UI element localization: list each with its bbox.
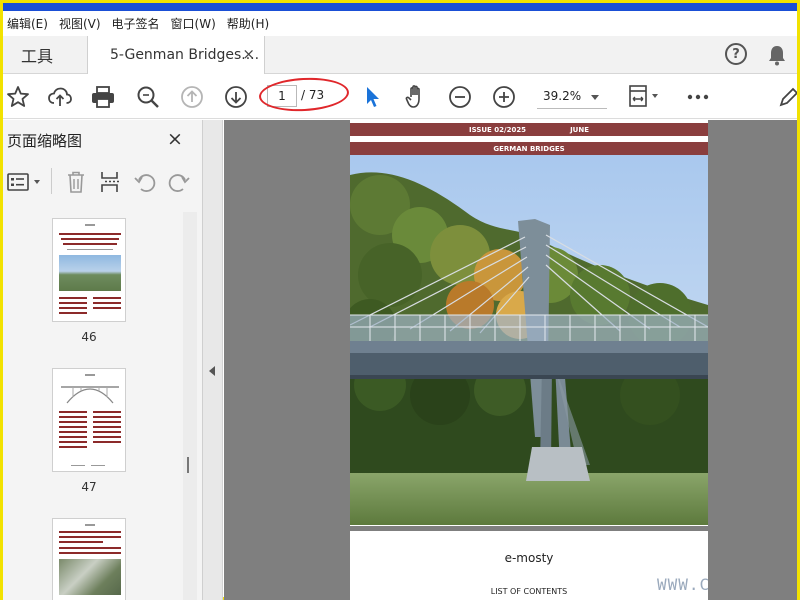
thumbnail-label-47: 47 (81, 480, 97, 494)
zoom-level-value: 39.2% (543, 89, 582, 103)
tab-document-label: 5-Genman Bridges.... (110, 47, 260, 63)
page-fit-icon[interactable] (627, 84, 663, 110)
edit-pen-icon[interactable] (777, 84, 797, 110)
thumbnail-bridge-drawing (61, 386, 119, 404)
close-icon[interactable]: × (167, 128, 183, 150)
rotate-left-icon[interactable] (133, 170, 157, 198)
menu-help[interactable]: 帮助(H) (223, 15, 276, 32)
thumbnail-page-48[interactable] (52, 518, 126, 600)
tab-document[interactable]: 5-Genman Bridges.... × (87, 36, 265, 74)
thumbnail-image (59, 559, 121, 595)
zoom-in-icon[interactable] (491, 84, 517, 110)
thumbnail-label-46: 46 (81, 330, 97, 344)
thumbnail-options-icon[interactable] (7, 172, 45, 198)
page-section-title: GERMAN BRIDGES (350, 142, 708, 155)
red-highlight-ellipse (258, 75, 350, 114)
rotate-right-icon[interactable] (167, 170, 191, 198)
menu-bar: 编辑(E) 视图(V) 电子签名 窗口(W) 帮助(H) (3, 11, 797, 35)
print-icon[interactable] (90, 84, 116, 110)
select-cursor-icon[interactable] (359, 84, 385, 110)
thumbnail-page-47[interactable] (52, 368, 126, 472)
notification-bell-icon[interactable] (767, 44, 787, 70)
main-toolbar: 1 / 73 39.2% (3, 75, 797, 119)
previous-page-icon[interactable] (179, 84, 205, 110)
thumbnail-page-46[interactable] (52, 218, 126, 322)
document-view[interactable]: ISSUE 02/2025 JUNE GERMAN BRIDGES e-most… (224, 120, 797, 600)
zoom-level-dropdown[interactable]: 39.2% (537, 85, 607, 109)
emosty-logo: e-mosty (504, 551, 554, 565)
watermark-text: WWW.C (657, 575, 711, 594)
menu-edit[interactable]: 编辑(E) (3, 15, 55, 32)
document-page-2: e-mosty LIST OF CONTENTS (350, 531, 708, 600)
hand-tool-icon[interactable] (403, 84, 429, 110)
thumbnail-list: 46 47 (3, 212, 183, 600)
thumbnail-panel: 页面缩略图 × 46 47 (3, 120, 203, 600)
thumbnail-image (59, 255, 121, 291)
window-top-strip (3, 3, 797, 11)
issue-text: ISSUE 02/2025 (469, 125, 527, 134)
zoom-search-icon[interactable] (135, 84, 161, 110)
tab-tools[interactable]: 工具 (3, 36, 87, 74)
thumbnail-panel-title: 页面缩略图 (7, 132, 83, 150)
toolbar-divider (51, 168, 52, 194)
menu-e-sign[interactable]: 电子签名 (108, 15, 167, 32)
chevron-left-icon (209, 366, 215, 376)
month-text: JUNE (570, 125, 589, 134)
help-icon[interactable]: ? (725, 43, 747, 65)
thumbnail-toolbar (3, 166, 203, 200)
chevron-down-icon (591, 95, 599, 100)
tab-close-button[interactable]: × (242, 45, 255, 63)
trash-icon[interactable] (65, 170, 87, 198)
bridge-photo (350, 155, 708, 525)
menu-window[interactable]: 窗口(W) (167, 15, 223, 32)
list-of-contents-heading: LIST OF CONTENTS (490, 587, 568, 596)
more-options-icon[interactable] (685, 84, 711, 110)
thumbnail-scrollbar[interactable] (183, 212, 197, 600)
menu-view[interactable]: 视图(V) (55, 15, 108, 32)
panel-collapse-handle[interactable] (203, 120, 223, 600)
zoom-out-icon[interactable] (447, 84, 473, 110)
tab-bar: 工具 5-Genman Bridges.... × ? (3, 36, 797, 74)
insert-page-icon[interactable] (99, 170, 123, 198)
next-page-icon[interactable] (223, 84, 249, 110)
cloud-upload-icon[interactable] (47, 84, 73, 110)
page-header-issue: ISSUE 02/2025 JUNE (350, 123, 708, 136)
document-page-1: ISSUE 02/2025 JUNE GERMAN BRIDGES (350, 120, 708, 526)
bookmark-star-icon[interactable] (5, 84, 31, 110)
